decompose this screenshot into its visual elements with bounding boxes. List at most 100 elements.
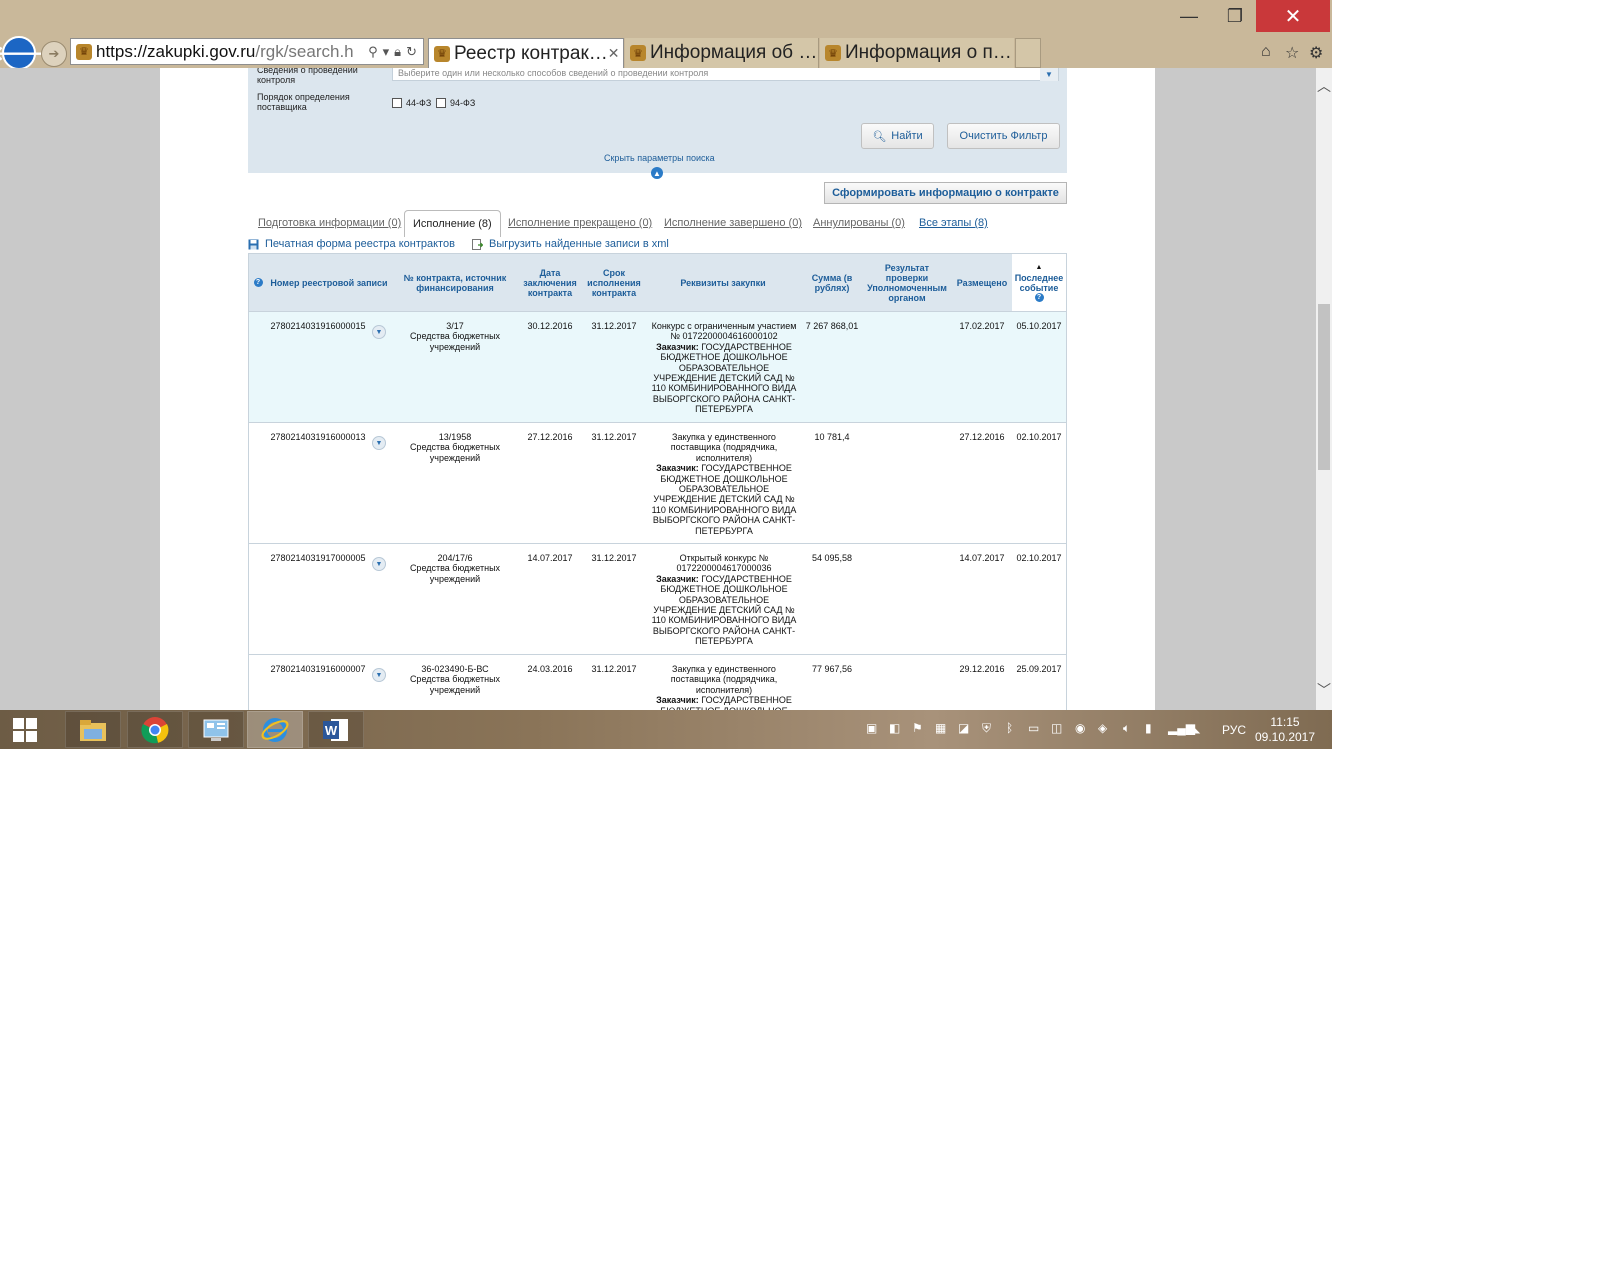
maximize-button[interactable]: ❐ [1212, 0, 1258, 32]
start-button[interactable] [0, 711, 50, 748]
dropdown-icon[interactable]: ▾ [383, 44, 390, 60]
tray-network-app-icon[interactable]: ▦ [935, 721, 946, 735]
forward-button[interactable]: ➔ [41, 41, 67, 67]
browser-tab-registry[interactable]: ♛ Реестр контрак… ✕ [428, 38, 624, 68]
word-icon: W [323, 718, 348, 741]
header-requisites[interactable]: Реквизиты закупки [647, 254, 799, 311]
table-row[interactable]: 2780214031916000007 ▼ 36-023490-Б-ВС Сре… [249, 655, 1066, 710]
help-icon[interactable]: ? [1034, 293, 1044, 302]
header-number[interactable]: Номер реестровой записи [269, 254, 389, 311]
tab-all-stages[interactable]: Все этапы (8) [919, 217, 988, 229]
header-sum[interactable]: Сумма (в рублях) [802, 254, 862, 311]
lock-icon[interactable]: 🔒︎ [394, 44, 401, 60]
header-date[interactable]: Дата заключения контракта [519, 254, 581, 311]
print-form-link[interactable]: Печатная форма реестра контрактов [248, 238, 455, 250]
browser-tab-info-2[interactable]: ♛ Информация о п… [820, 38, 1014, 68]
header-check[interactable]: Результат проверки Уполномоченным органо… [864, 254, 950, 311]
find-button[interactable]: 🔍︎ Найти [861, 123, 934, 149]
supplier-order-label: Порядок определения поставщика [257, 92, 350, 112]
taskbar-chrome[interactable] [127, 711, 183, 748]
header-term[interactable]: Срок исполнения контракта [583, 254, 645, 311]
wifi-icon[interactable]: ◣ [1191, 721, 1200, 735]
customer-name[interactable]: ГОСУДАРСТВЕННОЕ БЮДЖЕТНОЕ ДОШКОЛЬНОЕ ОБР… [652, 463, 797, 535]
checkbox-94fz[interactable]: 94-ФЗ [436, 98, 475, 108]
bluetooth-icon[interactable]: ᛒ [1006, 721, 1013, 735]
tab-execution-stopped[interactable]: Исполнение прекращено (0) [508, 217, 652, 229]
search-icon[interactable]: ⚲ [368, 44, 378, 60]
taskbar-control-panel[interactable] [188, 711, 244, 748]
settings-gear-icon[interactable]: ⚙ [1309, 43, 1323, 63]
tray-flag-icon[interactable]: ⚑ [912, 721, 923, 735]
header-placed[interactable]: Размещено [952, 254, 1012, 311]
battery-icon[interactable]: ▮ [1145, 721, 1152, 735]
clear-filter-button[interactable]: Очистить Фильтр [947, 123, 1060, 149]
customer-label: Заказчик: [656, 573, 699, 584]
address-bar[interactable]: ♛ https://zakupki.gov.ru /rgk/search.h ⚲… [70, 38, 424, 65]
form-contract-info-button[interactable]: Сформировать информацию о контракте [824, 182, 1067, 204]
expand-chevron-icon[interactable]: ▼ [372, 557, 386, 571]
header-contract[interactable]: № контракта, источник финансирования [396, 254, 514, 311]
tab-execution[interactable]: Исполнение (8) [404, 210, 501, 237]
cell-number[interactable]: 2780214031916000015 [269, 321, 367, 331]
procurement-info[interactable]: Конкурс с ограниченным участием № 017220… [652, 321, 797, 341]
tray-skype-icon[interactable]: ◉ [1075, 721, 1085, 735]
input-language[interactable]: РУС [1222, 723, 1246, 737]
taskbar-file-explorer[interactable] [65, 711, 121, 748]
checkbox-44fz[interactable]: 44-ФЗ [392, 98, 431, 108]
collapse-up-icon[interactable]: ▲ [651, 167, 663, 179]
minimize-button[interactable]: — [1166, 0, 1212, 32]
tray-display-icon[interactable]: ▭ [1028, 721, 1039, 735]
new-tab-button[interactable] [1015, 38, 1041, 68]
volume-icon[interactable]: 🔈︎ [1123, 721, 1130, 736]
table-row[interactable]: 2780214031917000005 ▼ 204/17/6 Средства … [249, 544, 1066, 655]
clock[interactable]: 11:15 09.10.2017 [1250, 715, 1320, 745]
tab-preparation[interactable]: Подготовка информации (0) [258, 217, 401, 229]
tray-app-icon-2[interactable]: ◈ [1098, 721, 1107, 735]
tray-acrobat-icon[interactable]: ◪ [958, 721, 969, 735]
tray-teamviewer-icon[interactable]: ◫ [1051, 721, 1062, 735]
checkbox-box[interactable] [436, 98, 446, 108]
control-select[interactable]: Выберите один или несколько способов све… [392, 68, 1059, 81]
tray-shield-icon[interactable]: ◧ [889, 721, 900, 735]
tab-execution-completed[interactable]: Исполнение завершено (0) [664, 217, 802, 229]
refresh-icon[interactable]: ↻ [406, 44, 417, 60]
browser-tab-info-1[interactable]: ♛ Информация об … [625, 38, 819, 68]
back-button[interactable]: 🡐 [0, 36, 46, 70]
expand-chevron-icon[interactable]: ▼ [372, 436, 386, 450]
chevron-down-icon[interactable]: ▼ [1040, 68, 1058, 81]
cell-number[interactable]: 2780214031917000005 [269, 553, 367, 563]
tab-cancelled[interactable]: Аннулированы (0) [813, 217, 905, 229]
cell-date: 24.03.2016 [527, 664, 573, 674]
export-xml-link[interactable]: Выгрузить найденные записи в xml [472, 238, 669, 250]
tray-security-icon[interactable]: ⛨ [982, 721, 991, 736]
vertical-scrollbar[interactable]: ︿ ﹀ [1316, 68, 1332, 710]
help-icon[interactable]: ? [253, 278, 263, 287]
cell-number[interactable]: 2780214031916000007 [269, 664, 367, 674]
expand-chevron-icon[interactable]: ▼ [372, 325, 386, 339]
close-button[interactable]: ✕ [1256, 0, 1330, 32]
cell-term: 31.12.2017 [591, 664, 637, 674]
header-help[interactable]: ? [251, 254, 265, 311]
close-tab-icon[interactable]: ✕ [608, 45, 623, 62]
scroll-up-icon[interactable]: ︿ [1317, 76, 1331, 96]
checkbox-box[interactable] [392, 98, 402, 108]
procurement-info[interactable]: Закупка у единственного поставщика (подр… [671, 432, 778, 463]
customer-name[interactable]: ГОСУДАРСТВЕННОЕ БЮДЖЕТНОЕ ДОШКОЛЬНОЕ ОБР… [652, 574, 797, 646]
table-row[interactable]: 2780214031916000015 ▼ 3/17 Средства бюдж… [249, 312, 1066, 423]
taskbar-word[interactable]: W [308, 711, 364, 748]
favorites-star-icon[interactable]: ☆ [1285, 43, 1299, 63]
navigation-bar: 🡐 ➔ ♛ https://zakupki.gov.ru /rgk/search… [0, 34, 1332, 70]
procurement-info[interactable]: Закупка у единственного поставщика (подр… [671, 664, 778, 695]
cell-number[interactable]: 2780214031916000013 [269, 432, 367, 442]
procurement-info[interactable]: Открытый конкурс № 0172200004617000036 [676, 553, 771, 573]
header-last-event[interactable]: ▲ Последнее событие ? [1012, 254, 1066, 311]
tray-app-icon[interactable]: ▣ [866, 721, 877, 735]
scroll-down-icon[interactable]: ﹀ [1317, 680, 1331, 700]
customer-name[interactable]: ГОСУДАРСТВЕННОЕ БЮДЖЕТНОЕ ДОШКОЛЬНОЕ ОБР… [652, 342, 797, 414]
hide-search-params-link[interactable]: Скрыть параметры поиска [604, 153, 715, 163]
expand-chevron-icon[interactable]: ▼ [372, 668, 386, 682]
taskbar-internet-explorer[interactable] [247, 711, 303, 748]
home-icon[interactable]: ⌂ [1261, 43, 1271, 61]
scroll-thumb[interactable] [1318, 304, 1330, 470]
table-row[interactable]: 2780214031916000013 ▼ 13/1958 Средства б… [249, 423, 1066, 544]
